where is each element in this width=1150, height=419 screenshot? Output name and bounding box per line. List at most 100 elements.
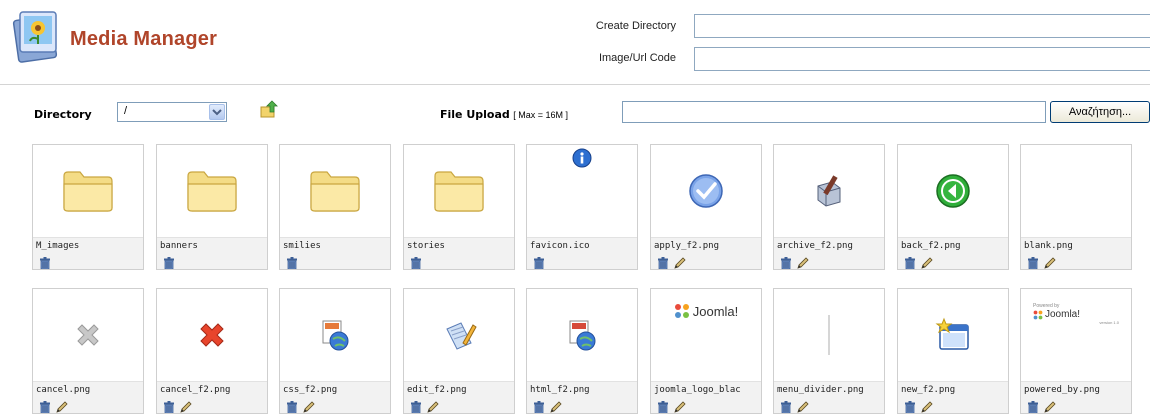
directory-select[interactable]: / (117, 102, 227, 122)
file-tile[interactable]: back_f2.png (897, 144, 1009, 270)
file-tile[interactable]: css_f2.png (279, 288, 391, 414)
joomla-logo-icon[interactable]: Joomla! (651, 289, 761, 381)
file-meta: new_f2.png (898, 381, 1008, 414)
folder-icon[interactable] (280, 145, 390, 237)
trash-icon[interactable] (163, 254, 175, 270)
trash-icon[interactable] (657, 254, 669, 270)
apply-check-icon[interactable] (651, 145, 761, 237)
file-tile[interactable]: edit_f2.png (403, 288, 515, 414)
pencil-icon[interactable] (426, 398, 440, 413)
trash-icon[interactable] (533, 398, 545, 414)
file-name: new_f2.png (901, 385, 956, 395)
up-folder-icon[interactable] (258, 99, 280, 119)
pencil-icon[interactable] (796, 254, 810, 269)
file-tile[interactable]: cancel.png (32, 288, 144, 414)
folder-icon[interactable] (33, 145, 143, 237)
file-meta: edit_f2.png (404, 381, 514, 414)
trash-icon[interactable] (904, 254, 916, 270)
file-meta: banners (157, 237, 267, 270)
trash-icon[interactable] (1027, 398, 1039, 414)
file-meta: M_images (33, 237, 143, 270)
pencil-icon[interactable] (549, 398, 563, 413)
file-tile[interactable]: cancel_f2.png (156, 288, 268, 414)
pencil-icon[interactable] (920, 254, 934, 269)
file-tile[interactable]: archive_f2.png (773, 144, 885, 270)
folder-icon[interactable] (157, 145, 267, 237)
info-icon[interactable] (527, 145, 637, 237)
new-window-star-icon[interactable] (898, 289, 1008, 381)
pencil-icon[interactable] (55, 398, 69, 413)
trash-icon[interactable] (780, 254, 792, 270)
cancel-red-x-icon[interactable] (157, 289, 267, 381)
file-name: back_f2.png (901, 241, 961, 251)
file-upload-max: [ Max = 16M ] (513, 110, 569, 120)
chevron-down-icon[interactable] (209, 104, 225, 120)
trash-icon[interactable] (163, 398, 175, 414)
file-meta: back_f2.png (898, 237, 1008, 270)
file-upload-label-text: File Upload (440, 108, 510, 121)
trash-icon[interactable] (410, 398, 422, 414)
trash-icon[interactable] (39, 254, 51, 270)
trash-icon[interactable] (657, 398, 669, 414)
file-name: favicon.ico (530, 241, 590, 251)
file-tile[interactable]: apply_f2.png (650, 144, 762, 270)
pencil-icon[interactable] (920, 398, 934, 413)
file-tile[interactable]: new_f2.png (897, 288, 1009, 414)
archive-box-icon[interactable] (774, 145, 884, 237)
file-tile[interactable]: blank.png (1020, 144, 1132, 270)
file-meta: stories (404, 237, 514, 270)
pencil-icon[interactable] (1043, 398, 1057, 413)
header-divider (0, 84, 1150, 85)
back-arrow-icon[interactable] (898, 145, 1008, 237)
folder-tile[interactable]: smilies (279, 144, 391, 270)
create-directory-input[interactable] (694, 14, 1150, 38)
cancel-gray-x-icon[interactable] (33, 289, 143, 381)
file-meta: apply_f2.png (651, 237, 761, 270)
trash-icon[interactable] (410, 254, 422, 270)
file-tile[interactable]: html_f2.png (526, 288, 638, 414)
file-meta: smilies (280, 237, 390, 270)
file-meta: html_f2.png (527, 381, 637, 414)
joomla-logo-text: Joomla! (692, 303, 739, 319)
trash-icon[interactable] (286, 254, 298, 270)
trash-icon[interactable] (39, 398, 51, 414)
browse-button[interactable]: Αναζήτηση... (1050, 101, 1150, 123)
image-url-code-input[interactable] (694, 47, 1150, 71)
file-tile[interactable]: menu_divider.png (773, 288, 885, 414)
blank-icon[interactable] (1021, 145, 1131, 237)
html-globe-icon[interactable] (527, 289, 637, 381)
file-name: smilies (283, 241, 321, 251)
pencil-icon[interactable] (673, 398, 687, 413)
file-name: css_f2.png (283, 385, 338, 395)
file-tile[interactable]: favicon.ico (526, 144, 638, 270)
trash-icon[interactable] (533, 254, 545, 270)
file-name: cancel.png (36, 385, 91, 395)
powered-by-version-text: version 1.0 (1099, 320, 1119, 325)
trash-icon[interactable] (1027, 254, 1039, 270)
powered-by-joomla-icon[interactable]: Powered by Joomla! version 1.0 (1021, 289, 1131, 381)
file-tile[interactable]: Joomla! joomla_logo_blac (650, 288, 762, 414)
file-name: menu_divider.png (777, 385, 864, 395)
file-meta: favicon.ico (527, 237, 637, 270)
pencil-icon[interactable] (179, 398, 193, 413)
pencil-icon[interactable] (1043, 254, 1057, 269)
folder-tile[interactable]: banners (156, 144, 268, 270)
file-name: html_f2.png (530, 385, 590, 395)
file-upload-input[interactable] (622, 101, 1046, 123)
trash-icon[interactable] (286, 398, 298, 414)
file-name: M_images (36, 241, 80, 251)
folder-tile[interactable]: stories (403, 144, 515, 270)
pencil-icon[interactable] (796, 398, 810, 413)
file-name: archive_f2.png (777, 241, 853, 251)
trash-icon[interactable] (780, 398, 792, 414)
menu-divider-icon[interactable] (774, 289, 884, 381)
edit-pencil-icon[interactable] (404, 289, 514, 381)
css-globe-icon[interactable] (280, 289, 390, 381)
file-meta: cancel_f2.png (157, 381, 267, 414)
pencil-icon[interactable] (302, 398, 316, 413)
trash-icon[interactable] (904, 398, 916, 414)
folder-tile[interactable]: M_images (32, 144, 144, 270)
file-tile[interactable]: Powered by Joomla! version 1.0 powered_by.p… (1020, 288, 1132, 414)
pencil-icon[interactable] (673, 254, 687, 269)
folder-icon[interactable] (404, 145, 514, 237)
